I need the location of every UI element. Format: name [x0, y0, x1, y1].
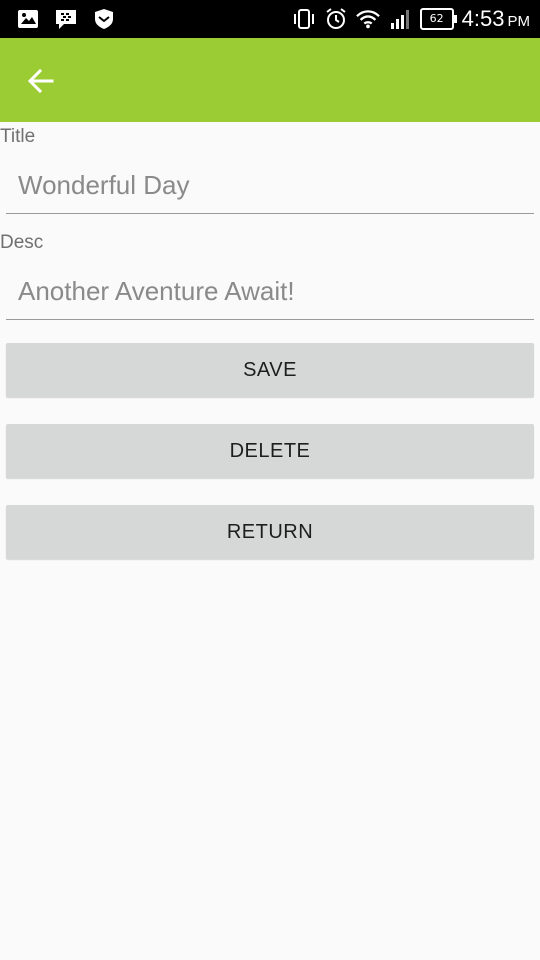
- desc-field[interactable]: [6, 264, 534, 320]
- status-bar: 62 4:53 PM: [0, 0, 540, 38]
- delete-button[interactable]: DELETE: [6, 424, 534, 478]
- app-bar: [0, 38, 540, 122]
- title-field[interactable]: [6, 158, 534, 214]
- wifi-icon: [355, 7, 380, 31]
- battery-icon: 62: [419, 8, 457, 30]
- vibrate-icon: [292, 7, 316, 31]
- bbm-icon: [54, 7, 78, 31]
- save-button[interactable]: SAVE: [6, 343, 534, 397]
- alarm-icon: [324, 7, 348, 31]
- clock-time: 4:53: [461, 6, 505, 31]
- desc-label: Desc: [0, 232, 44, 253]
- clock-ampm: PM: [507, 13, 531, 30]
- arrow-back-icon[interactable]: [26, 66, 56, 96]
- gallery-icon: [16, 7, 40, 31]
- shield-icon: [92, 7, 116, 31]
- signal-icon: [388, 7, 412, 31]
- return-button[interactable]: RETURN: [6, 505, 534, 559]
- title-label: Title: [0, 126, 36, 147]
- clock: 4:53 PM: [462, 6, 530, 32]
